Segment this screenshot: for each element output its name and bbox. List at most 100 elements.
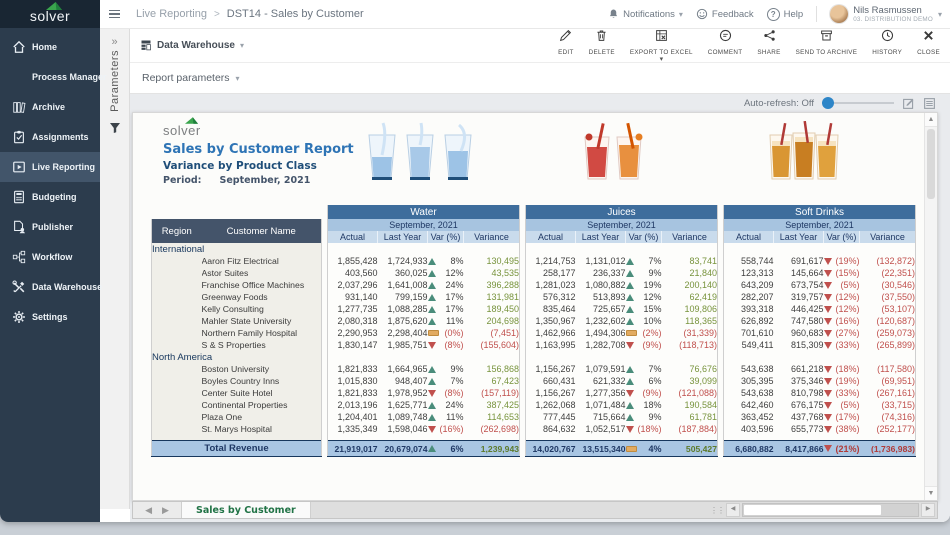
scroll-down-icon[interactable]: ▼ bbox=[925, 486, 937, 500]
splitter-handle-icon[interactable]: ⋮⋮ bbox=[710, 506, 724, 515]
trend-down-icon bbox=[824, 378, 832, 385]
content-area: Auto-refresh: Off solver Sales by Custom… bbox=[130, 92, 950, 522]
history-button[interactable]: History bbox=[872, 29, 902, 56]
scroll-left-icon[interactable]: ◀ bbox=[726, 503, 740, 517]
var-pct-cell: (2%) bbox=[626, 327, 662, 339]
table-row: Franchise Office Machines2,037,2961,641,… bbox=[152, 279, 916, 291]
table-row: Plaza One1,204,4011,089,74811%114,653777… bbox=[152, 411, 916, 423]
expand-chevron-icon: » bbox=[111, 36, 117, 48]
parameters-panel-collapsed[interactable]: » Parameters bbox=[100, 28, 130, 509]
user-menu[interactable]: Nils Rasmussen 03. Distribution Demo ▾ bbox=[830, 5, 942, 23]
export-to-excel-button[interactable]: Export to Excel▾ bbox=[630, 29, 693, 62]
var-pct-cell: 12% bbox=[428, 267, 464, 279]
share-button[interactable]: Share bbox=[757, 29, 780, 56]
variance-value: (30,546) bbox=[860, 279, 916, 291]
trend-up-icon bbox=[626, 294, 634, 301]
report-vertical-scrollbar[interactable]: ▲ ▼ bbox=[924, 113, 937, 500]
trend-down-icon bbox=[824, 294, 832, 301]
sidebar-item-label: Publisher bbox=[32, 222, 73, 232]
trend-up-icon bbox=[626, 282, 634, 289]
region-column-header: Region bbox=[152, 219, 202, 243]
close-button[interactable]: Close bbox=[917, 29, 940, 56]
var-pct-cell: (15%) bbox=[824, 267, 860, 279]
sidebar-item-archive[interactable]: Archive bbox=[0, 92, 100, 122]
sheet-tab-nav[interactable]: ◀▶ bbox=[133, 502, 182, 518]
var-pct-cell: 24% bbox=[428, 279, 464, 291]
sidebar-item-settings[interactable]: Settings bbox=[0, 302, 100, 332]
feedback-button[interactable]: Feedback bbox=[696, 8, 754, 20]
sidebar-item-home[interactable]: Home bbox=[0, 32, 100, 62]
toolbar-actions: Edit Delete Export to Excel▾ Comment Share Se… bbox=[558, 29, 950, 62]
variance-value: 39,099 bbox=[662, 375, 718, 387]
send-archive-icon bbox=[820, 29, 833, 47]
user-role: 03. Distribution Demo bbox=[853, 16, 933, 23]
last-year-value: 715,664 bbox=[576, 411, 626, 423]
last-year-value: 1,875,620 bbox=[378, 315, 428, 327]
hscroll-track[interactable] bbox=[742, 503, 919, 517]
period-header: September, 2021 bbox=[724, 219, 916, 231]
actual-value: 2,080,318 bbox=[328, 315, 378, 327]
var-pct-cell: (9%) bbox=[626, 339, 662, 351]
report-period: Period:September, 2021 bbox=[163, 175, 310, 186]
sidebar-item-publisher[interactable]: Publisher bbox=[0, 212, 100, 242]
app-logo[interactable]: solver bbox=[0, 0, 100, 28]
prev-sheet-icon[interactable]: ◀ bbox=[145, 505, 152, 516]
sidebar-item-process-manager[interactable]: Process Manager bbox=[0, 62, 100, 92]
user-name: Nils Rasmussen bbox=[853, 6, 933, 16]
top-bar-right: Notifications▾ Feedback ? Help Nils Rasm… bbox=[608, 5, 950, 23]
notifications-button[interactable]: Notifications▾ bbox=[608, 8, 683, 20]
variance-value: (252,177) bbox=[860, 423, 916, 435]
variance-value: 190,584 bbox=[662, 399, 718, 411]
trend-down-icon bbox=[824, 402, 832, 409]
sheet-tab-sales-by-customer[interactable]: Sales by Customer bbox=[182, 502, 311, 518]
var-pct-cell: (8%) bbox=[428, 387, 464, 399]
table-row: St. Marys Hospital1,335,3491,598,046(16%… bbox=[152, 423, 916, 435]
sidebar-item-live-reporting[interactable]: Live Reporting bbox=[0, 152, 100, 182]
sidebar-item-workflow[interactable]: Workflow bbox=[0, 242, 100, 272]
report-list-icon[interactable] bbox=[923, 97, 936, 110]
customer-name: Continental Properties bbox=[202, 399, 322, 411]
measure-header: Last Year bbox=[378, 231, 428, 243]
scroll-up-icon[interactable]: ▲ bbox=[925, 113, 937, 127]
total-var-pct: (21%) bbox=[824, 441, 860, 457]
scroll-right-icon[interactable]: ▶ bbox=[921, 503, 935, 517]
variance-value: 76,676 bbox=[662, 363, 718, 375]
edit-parameters-icon[interactable] bbox=[902, 97, 915, 110]
trend-down-icon bbox=[626, 342, 634, 349]
actual-value: 2,290,953 bbox=[328, 327, 378, 339]
actual-value: 258,177 bbox=[526, 267, 576, 279]
report-parameters-toggle[interactable]: Report parameters bbox=[142, 72, 230, 84]
slider-knob[interactable] bbox=[822, 97, 834, 109]
data-source-dropdown[interactable]: Data Warehouse ▾ bbox=[140, 39, 244, 51]
var-pct-cell: 17% bbox=[428, 303, 464, 315]
send-to-archive-button[interactable]: Send to Archive bbox=[796, 29, 858, 56]
breadcrumb-section[interactable]: Live Reporting bbox=[136, 8, 207, 20]
variance-value: (7,451) bbox=[464, 327, 520, 339]
chevron-down-icon: ▾ bbox=[679, 10, 683, 19]
chevron-down-icon: ▾ bbox=[236, 74, 240, 83]
auto-refresh-slider[interactable] bbox=[822, 97, 894, 109]
divider bbox=[816, 6, 817, 22]
total-row: Total Revenue21,919,01720,679,0746%1,239… bbox=[152, 441, 916, 457]
actual-value: 1,214,753 bbox=[526, 255, 576, 267]
last-year-value: 1,131,012 bbox=[576, 255, 626, 267]
sidebar-item-assignments[interactable]: Assignments bbox=[0, 122, 100, 152]
measure-header: Last Year bbox=[774, 231, 824, 243]
menu-hamburger-icon[interactable] bbox=[100, 10, 128, 19]
comment-button[interactable]: Comment bbox=[708, 29, 743, 56]
var-pct-cell: (8%) bbox=[428, 339, 464, 351]
help-button[interactable]: ? Help bbox=[767, 8, 804, 21]
table-row: Boyles Country Inns1,015,830948,4077%67,… bbox=[152, 375, 916, 387]
variance-value: (120,687) bbox=[860, 315, 916, 327]
hscroll-thumb[interactable] bbox=[744, 505, 881, 515]
next-sheet-icon[interactable]: ▶ bbox=[162, 505, 169, 516]
soft-drinks-glasses-image bbox=[767, 121, 839, 183]
delete-button[interactable]: Delete bbox=[589, 29, 615, 56]
edit-button[interactable]: Edit bbox=[558, 29, 574, 56]
trend-flat-icon bbox=[428, 330, 439, 336]
sidebar-item-data-warehouse[interactable]: Data Warehouse bbox=[0, 272, 100, 302]
scrollbar-thumb[interactable] bbox=[927, 129, 935, 199]
actual-value: 1,277,735 bbox=[328, 303, 378, 315]
sidebar-item-budgeting[interactable]: Budgeting bbox=[0, 182, 100, 212]
horizontal-scrollbar[interactable]: ⋮⋮ ◀ ▶ bbox=[710, 502, 937, 518]
